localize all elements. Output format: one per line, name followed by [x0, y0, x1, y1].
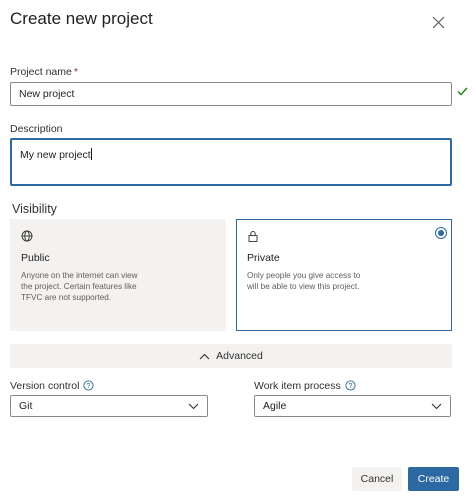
- work-item-process-label: Work item process?: [254, 380, 356, 392]
- visibility-heading: Visibility: [12, 202, 57, 216]
- valid-check-icon: [457, 87, 468, 96]
- project-name-input[interactable]: [10, 82, 452, 106]
- description-textarea[interactable]: My new project: [10, 138, 452, 186]
- project-name-label: Project name *: [10, 66, 78, 78]
- create-button[interactable]: Create: [408, 467, 459, 491]
- work-item-process-select[interactable]: Agile: [254, 395, 451, 417]
- globe-icon: [21, 230, 33, 242]
- required-mark: *: [73, 66, 78, 78]
- public-title: Public: [21, 252, 50, 264]
- private-title: Private: [247, 252, 280, 264]
- chevron-down-icon: [431, 403, 442, 409]
- chevron-up-icon: [199, 353, 210, 359]
- public-description: Anyone on the internet can view the proj…: [21, 271, 138, 302]
- version-control-value: Git: [19, 400, 33, 412]
- cancel-button[interactable]: Cancel: [352, 467, 402, 491]
- work-item-process-value: Agile: [263, 400, 287, 412]
- svg-text:?: ?: [348, 383, 352, 390]
- advanced-toggle[interactable]: Advanced: [10, 344, 452, 368]
- help-icon[interactable]: ?: [83, 380, 95, 391]
- private-description: Only people you give access to will be a…: [247, 271, 361, 291]
- text-caret: [90, 148, 92, 160]
- version-control-select[interactable]: Git: [10, 395, 208, 417]
- svg-text:?: ?: [87, 383, 91, 390]
- radio-selected-dot: [438, 230, 444, 236]
- lock-icon: [248, 230, 258, 242]
- chevron-down-icon: [188, 403, 199, 409]
- close-button[interactable]: [428, 12, 448, 32]
- description-text: My new project: [20, 149, 91, 161]
- dialog-title: Create new project: [10, 9, 153, 28]
- private-radio[interactable]: [435, 227, 447, 239]
- help-icon[interactable]: ?: [345, 380, 356, 391]
- description-label: Description: [10, 123, 63, 135]
- visibility-option-private[interactable]: Private Only people you give access to w…: [236, 219, 452, 331]
- version-control-label: Version control?: [10, 380, 95, 392]
- visibility-option-public[interactable]: Public Anyone on the internet can view t…: [10, 219, 226, 331]
- advanced-label: Advanced: [216, 350, 263, 362]
- close-icon: [432, 16, 444, 28]
